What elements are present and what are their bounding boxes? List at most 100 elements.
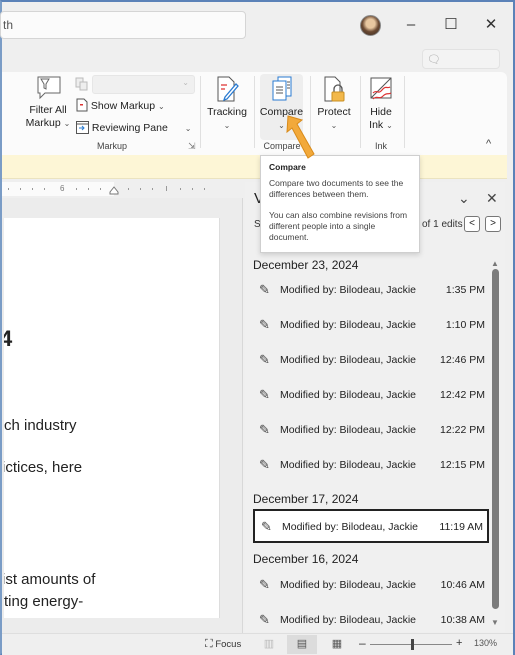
filter-markup-label: Markup [25,117,61,129]
doc-text: ist amounts of [4,571,96,588]
maximize-button[interactable]: ☐ [440,14,462,36]
revision-item[interactable]: ✎ Modified by: Bilodeau, Jackie 1:10 PM [253,310,489,341]
revision-item[interactable]: ✎ Modified by: Bilodeau, Jackie 12:15 PM [253,450,489,481]
zoom-out-button[interactable]: – [359,636,366,650]
message-bar [2,155,507,179]
pencil-icon: ✎ [259,282,270,297]
display-for-review-icon [75,77,88,91]
word-window: th – ☐ ✕ 🗨Comments Filter All Markup ⌄ ⌄… [0,0,515,655]
close-icon: ✕ [484,16,498,33]
chevron-down-icon: ⌄ [182,78,189,87]
revision-time: 1:10 PM [445,319,485,331]
filter-all-markup-button[interactable]: Filter All Markup ⌄ [24,75,72,130]
revision-time: 1:35 PM [445,284,485,296]
revision-item[interactable]: ✎ Modified by: Bilodeau, Jackie 12:22 PM [253,415,489,446]
collapse-ribbon-icon[interactable]: ^ [486,138,491,150]
tracking-label: Tracking [207,106,247,118]
revision-item[interactable]: ✎ Modified by: Bilodeau, Jackie 12:46 PM [253,345,489,376]
revision-author: Modified by: Bilodeau, Jackie [280,354,416,366]
comment-icon: 🗨 [427,54,441,66]
indent-marker[interactable] [109,186,119,195]
revision-item[interactable]: ✎ Modified by: Bilodeau, Jackie 1:35 PM [253,275,489,306]
zoom-level[interactable]: 130% [474,638,497,648]
print-layout-button[interactable]: ▤ [287,635,317,654]
search-box[interactable]: th [0,11,246,39]
group-separator [254,76,255,148]
tooltip-text: You can also combine revisions from diff… [269,210,408,242]
pencil-icon: ✎ [259,352,270,367]
scroll-down-arrow[interactable]: ▼ [491,618,499,627]
group-separator [200,76,201,148]
reviewing-pane-label: Reviewing Pane [91,122,168,134]
doc-text: 4 [4,326,12,352]
horizontal-ruler: 6 [2,182,242,196]
date-header: December 16, 2024 [253,552,359,566]
doc-text: ting energy- [4,593,84,610]
search-text: th [3,18,14,32]
chevron-down-icon: ⌄ [158,102,165,111]
revision-author: Modified by: Bilodeau, Jackie [282,521,418,533]
show-markup-label: Show Markup [90,100,156,112]
pencil-icon: ✎ [259,577,270,592]
reviewing-pane-button[interactable]: Reviewing Pane ⌄ [76,120,191,136]
tooltip-title: Compare [269,162,306,172]
revision-item[interactable]: ✎ Modified by: Bilodeau, Jackie 12:42 PM [253,380,489,411]
focus-icon: ⛶ [205,638,213,650]
revision-time: 12:42 PM [440,389,485,401]
display-for-review-dropdown[interactable]: ⌄ [92,75,195,94]
hide-ink-button[interactable]: Hide Ink ⌄ [362,75,400,132]
tracking-button[interactable]: Tracking ⌄ [204,75,250,132]
document-page[interactable]: 4 ch industry ictices, here ist amounts … [4,218,220,618]
revision-item[interactable]: ✎ Modified by: Bilodeau, Jackie 10:46 AM [253,570,489,601]
scrollbar-thumb[interactable] [492,269,499,609]
scroll-up-arrow[interactable]: ▲ [491,259,499,268]
pane-options-icon[interactable]: ⌄ [458,190,470,207]
revision-author: Modified by: Bilodeau, Jackie [280,614,416,626]
focus-label: Focus [215,639,242,650]
date-header: December 23, 2024 [253,258,359,272]
revision-time: 10:38 AM [440,614,485,626]
web-layout-button[interactable]: ▦ [322,635,352,654]
filter-icon [37,76,61,100]
pencil-icon: ✎ [259,387,270,402]
zoom-in-button[interactable]: + [456,637,462,649]
revision-time: 12:15 PM [440,459,485,471]
pencil-icon: ✎ [261,519,272,534]
pencil-icon: ✎ [259,612,270,627]
minimize-button[interactable]: – [400,14,422,36]
zoom-slider-thumb[interactable] [411,639,414,650]
revision-time: 12:22 PM [440,424,485,436]
markup-group-label: Markup [96,141,127,151]
chevron-down-icon: ⌄ [386,121,393,130]
status-bar: ⛶ Focus ▥ ▤ ▦ – + 130% [2,633,513,655]
tooltip-text: Compare two documents to see the differe… [269,178,404,199]
doc-text: ictices, here [4,459,83,476]
revision-item-selected[interactable]: ✎ Modified by: Bilodeau, Jackie 11:19 AM [253,509,489,543]
user-avatar[interactable] [360,15,381,36]
web-layout-icon: ▦ [331,638,343,650]
show-markup-icon [76,98,88,112]
revision-item[interactable]: ✎ Modified by: Bilodeau, Jackie 10:38 AM [253,605,489,636]
tracking-icon [217,76,239,102]
comments-button[interactable]: 🗨Comments [422,49,500,85]
close-button[interactable]: ✕ [480,14,502,36]
revision-author: Modified by: Bilodeau, Jackie [280,424,416,436]
show-markup-button[interactable]: Show Markup ⌄ [76,98,165,114]
pencil-icon: ✎ [259,317,270,332]
ink-group-label: Ink [374,141,387,151]
previous-edit-button[interactable]: < [464,216,480,232]
read-mode-button[interactable]: ▥ [254,635,284,654]
revision-time: 11:19 AM [439,521,483,533]
date-header: December 17, 2024 [253,492,359,506]
callout-arrow-icon [286,115,315,159]
ribbon-review: Filter All Markup ⌄ ⌄ Show Markup ⌄ Revi… [2,72,507,155]
focus-button[interactable]: ⛶ Focus [205,638,241,651]
revision-author: Modified by: Bilodeau, Jackie [280,284,416,296]
minimize-icon: – [406,16,416,33]
edit-count: of 1 edits [422,219,463,230]
next-edit-button[interactable]: > [485,216,501,232]
markup-dialog-launcher[interactable]: ⇲ [188,141,196,152]
ink-label: Ink [369,119,384,131]
revision-time: 12:46 PM [440,354,485,366]
pane-close-icon[interactable]: ✕ [486,190,498,207]
